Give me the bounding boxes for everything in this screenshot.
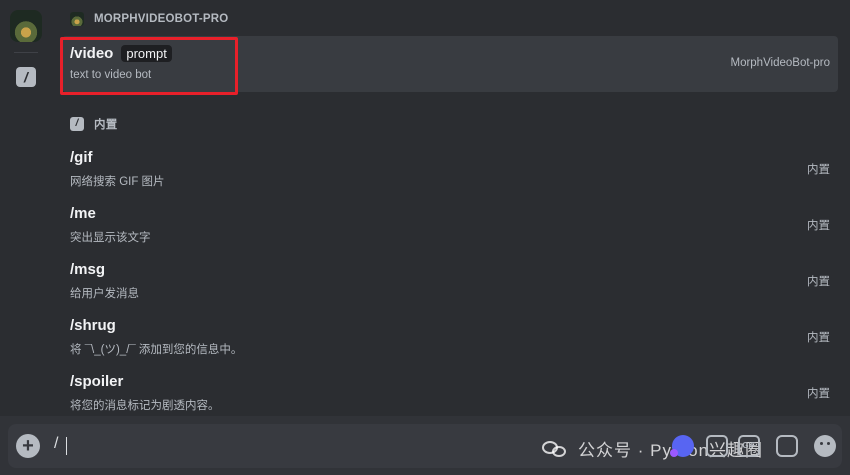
watermark: 公众号 · Python兴趣圈 [542,436,763,461]
server-avatar[interactable] [10,10,42,42]
emoji-icon[interactable] [814,435,836,457]
command-description: text to video bot [70,69,152,81]
command-row-shrug[interactable]: /shrug 将 ¯\_(ツ)_/¯ 添加到您的信息中。 内置 [62,308,838,364]
command-name: /gif [70,149,93,166]
command-description: 给用户发消息 [70,288,139,300]
bot-avatar-icon [70,12,84,26]
command-description: 网络搜索 GIF 图片 [70,176,165,188]
command-param-badge: prompt [121,45,172,62]
command-source: 内置 [807,220,830,232]
sticker-icon[interactable] [776,435,798,457]
command-category-rail: / [0,0,54,416]
command-autocomplete-panel: MORPHVIDEOBOT-PRO /video prompt text to … [54,0,850,416]
command-name: /video prompt [70,45,172,62]
command-row-msg[interactable]: /msg 给用户发消息 内置 [62,252,838,308]
command-row-me[interactable]: /me 突出显示该文字 内置 [62,196,838,252]
command-description: 突出显示该文字 [70,232,151,244]
command-name: /msg [70,261,106,278]
app-launcher-icon[interactable] [670,435,694,457]
command-name: /shrug [70,317,116,334]
command-description: 将 ¯\_(ツ)_/¯ 添加到您的信息中。 [70,344,243,356]
rail-divider [14,52,38,53]
command-row-spoiler[interactable]: /spoiler 将您的消息标记为剧透内容。 内置 [62,364,838,420]
command-name: /spoiler [70,373,124,390]
command-name-text: /video [70,45,114,62]
command-source: 内置 [807,164,830,176]
message-input[interactable]: / [54,435,474,453]
add-attachment-icon[interactable]: + [16,434,40,458]
command-row-video[interactable]: /video prompt text to video bot MorphVid… [62,36,838,92]
command-row-gif[interactable]: /gif 网络搜索 GIF 图片 内置 [62,140,838,196]
command-name: /me [70,205,96,222]
command-source: MorphVideoBot-pro [730,57,830,69]
message-composer: + / 公众号 · Python兴趣圈 GIF [0,416,850,475]
message-input-bar: + / 公众号 · Python兴趣圈 GIF [8,424,842,468]
wechat-logo-icon [542,439,570,459]
text-caret [66,437,67,455]
section-title: MORPHVIDEOBOT-PRO [94,13,229,25]
slash-command-icon[interactable]: / [16,67,36,87]
section-header-morphvideobot: MORPHVIDEOBOT-PRO [70,9,228,29]
command-description: 将您的消息标记为剧透内容。 [70,400,220,412]
watermark-text: 公众号 · Python兴趣圈 [578,441,764,460]
section-header-builtin: / 内置 [70,114,117,134]
command-source: 内置 [807,388,830,400]
section-title: 内置 [94,119,118,131]
gift-icon[interactable] [706,435,728,457]
command-source: 内置 [807,276,830,288]
command-source: 内置 [807,332,830,344]
slash-command-icon: / [70,117,84,131]
gif-icon[interactable]: GIF [738,435,760,457]
